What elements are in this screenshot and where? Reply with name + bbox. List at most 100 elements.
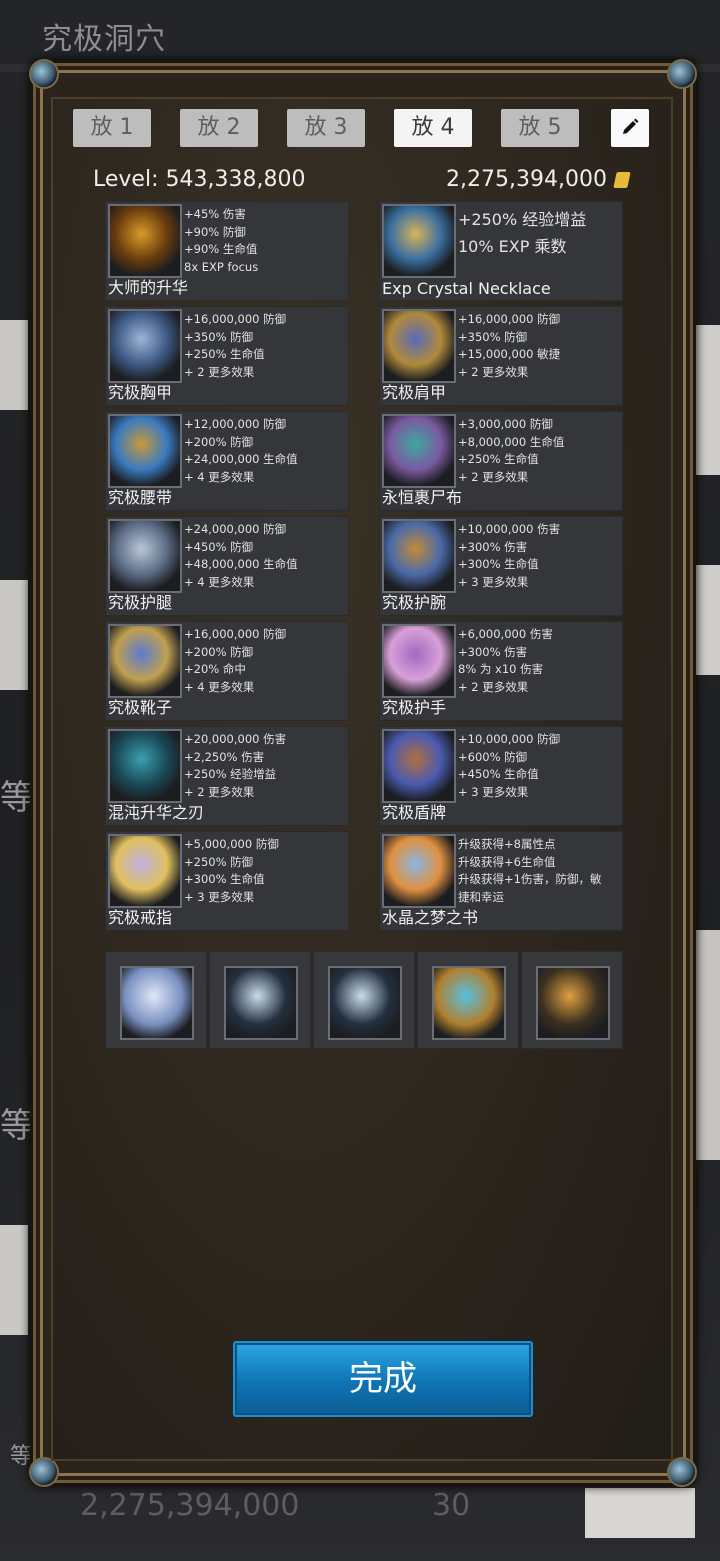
gear-stat-line: +12,000,000 防御 <box>184 417 287 431</box>
gear-slot[interactable]: +16,000,000 防御 +200% 防御 +20% 命中 + 4 更多效果 究极靴… <box>105 621 349 721</box>
cloak-icon <box>382 414 456 488</box>
gear-stats: +250% 经验增益 10% EXP 乘数 <box>458 206 586 260</box>
background-label: 等 <box>0 1106 34 1146</box>
gear-stat-line: +250% 防御 <box>184 854 254 869</box>
shoulder-armor-icon <box>382 309 456 383</box>
gear-stat-line: +48,000,000 生命值 <box>184 557 298 571</box>
level-display: Level: 543,338,800 <box>93 167 305 192</box>
gear-name: 大师的升华 <box>108 278 189 297</box>
gear-stat-line: +250% 经验增益 <box>458 210 587 229</box>
gear-stat-line: + 3 更多效果 <box>458 574 529 589</box>
background-gold: 2,275,394,000 <box>80 1488 300 1523</box>
gear-stat-line: + 2 更多效果 <box>458 364 529 379</box>
leggings-icon <box>108 519 182 593</box>
level-value: 543,338,800 <box>165 167 306 192</box>
gear-slot[interactable]: +6,000,000 伤害 +300% 伤害 8% 为 x10 伤害 + 2 更多效果… <box>379 621 623 721</box>
edit-button[interactable] <box>611 109 649 147</box>
gear-stat-line: 捷和幸运 <box>458 889 504 904</box>
gear-stat-line: +15,000,000 敏捷 <box>458 347 561 361</box>
gear-name: 究极戒指 <box>108 908 173 927</box>
corner-gem-icon <box>29 1457 59 1487</box>
tab-loadout-2[interactable]: 放 2 <box>180 109 258 147</box>
gear-stats: +16,000,000 防御 +350% 防御 +15,000,000 敏捷 + 2 … <box>458 311 560 381</box>
consumable-slot[interactable] <box>521 951 623 1049</box>
background-box <box>585 1488 695 1538</box>
tab-loadout-4[interactable]: 放 4 <box>394 109 472 147</box>
gear-slot[interactable]: +45% 伤害 +90% 防御 +90% 生命值 8x EXP focus 大师的升华 <box>105 201 349 301</box>
consumable-slot[interactable] <box>209 951 311 1049</box>
gear-slot[interactable]: 升级获得+8属性点 升级获得+6生命值 升级获得+1伤害，防御，敏 捷和幸运 水晶之梦之… <box>379 831 623 931</box>
gold-value: 2,275,394,000 <box>446 167 607 192</box>
corner-gem-icon <box>667 59 697 89</box>
crystal-icon <box>120 966 194 1040</box>
gear-name: 究极肩甲 <box>382 383 447 402</box>
gear-stat-line: +450% 防御 <box>184 539 254 554</box>
gear-stat-line: + 3 更多效果 <box>184 889 255 904</box>
gear-stats: +3,000,000 防御 +8,000,000 生命值 +250% 生命值 + 2 … <box>458 416 564 486</box>
gear-slot[interactable]: +5,000,000 防御 +250% 防御 +300% 生命值 + 3 更多效果 究极… <box>105 831 349 931</box>
gear-stat-line: + 2 更多效果 <box>458 679 529 694</box>
gear-stat-line: +90% 防御 <box>184 224 246 239</box>
gear-stat-line: +20% 命中 <box>184 662 246 676</box>
gear-stat-line: +350% 防御 <box>184 329 254 344</box>
gold-display: 2,275,394,000 <box>446 167 631 192</box>
gear-stat-line: +250% 生命值 <box>458 452 539 466</box>
gear-stat-line: +90% 生命值 <box>184 242 258 256</box>
gear-stat-line: 8% 为 x10 伤害 <box>458 662 544 676</box>
gear-stat-line: + 4 更多效果 <box>184 574 255 589</box>
gear-stats: +6,000,000 伤害 +300% 伤害 8% 为 x10 伤害 + 2 更多效果 <box>458 626 553 696</box>
gear-stat-line: + 4 更多效果 <box>184 469 255 484</box>
orb-icon <box>224 966 298 1040</box>
gear-stat-line: +3,000,000 防御 <box>458 417 553 431</box>
gear-slot[interactable]: +250% 经验增益 10% EXP 乘数 Exp Crystal Necklace <box>379 201 623 301</box>
tab-loadout-3[interactable]: 放 3 <box>287 109 365 147</box>
gear-name: 水晶之梦之书 <box>382 908 479 927</box>
gear-name: 究极胸甲 <box>108 383 173 402</box>
gear-slot[interactable]: +24,000,000 防御 +450% 防御 +48,000,000 生命值 + 4… <box>105 516 349 616</box>
gear-stat-line: +300% 生命值 <box>458 557 539 571</box>
gear-stat-line: +350% 防御 <box>458 329 528 344</box>
gear-stat-line: +5,000,000 防御 <box>184 837 279 851</box>
gear-stat-line: +6,000,000 伤害 <box>458 627 553 641</box>
gauntlets-icon <box>382 624 456 698</box>
gear-stat-line: +24,000,000 生命值 <box>184 452 298 466</box>
consumable-slot[interactable] <box>105 951 207 1049</box>
gear-stat-line: +200% 防御 <box>184 434 254 449</box>
gear-stat-line: 升级获得+1伤害，防御，敏 <box>458 872 602 886</box>
gear-stat-line: + 2 更多效果 <box>184 364 255 379</box>
gear-name: 究极腰带 <box>108 488 173 507</box>
gear-stat-line: +450% 生命值 <box>458 767 539 781</box>
gear-stat-line: + 3 更多效果 <box>458 784 529 799</box>
bracer-icon <box>382 519 456 593</box>
gear-stats: +5,000,000 防御 +250% 防御 +300% 生命值 + 3 更多效果 <box>184 836 279 906</box>
done-button[interactable]: 完成 <box>233 1341 533 1417</box>
gear-name: 究极盾牌 <box>382 803 447 822</box>
gear-stat-line: +10,000,000 伤害 <box>458 522 561 536</box>
tab-loadout-5[interactable]: 放 5 <box>501 109 579 147</box>
gear-stats: +10,000,000 伤害 +300% 伤害 +300% 生命值 + 3 更多效果 <box>458 521 560 591</box>
gear-stat-line: +300% 伤害 <box>458 644 528 659</box>
loadout-tabs: 放 1 放 2 放 3 放 4 放 5 <box>73 109 653 149</box>
consumable-slot[interactable] <box>417 951 519 1049</box>
gear-slot[interactable]: +3,000,000 防御 +8,000,000 生命值 +250% 生命值 + 2 … <box>379 411 623 511</box>
shield-icon <box>382 729 456 803</box>
gear-stat-line: +16,000,000 防御 <box>184 312 287 326</box>
gear-slot[interactable]: +16,000,000 防御 +350% 防御 +15,000,000 敏捷 + 2 … <box>379 306 623 406</box>
gear-stat-line: +2,250% 伤害 <box>184 749 265 764</box>
tab-loadout-1[interactable]: 放 1 <box>73 109 151 147</box>
gear-stats: +16,000,000 防御 +350% 防御 +250% 生命值 + 2 更多效果 <box>184 311 286 381</box>
gear-name: 究极靴子 <box>108 698 173 717</box>
gear-stat-line: +300% 伤害 <box>458 539 528 554</box>
gear-slot[interactable]: +12,000,000 防御 +200% 防御 +24,000,000 生命值 + 4… <box>105 411 349 511</box>
gear-name: 究极护腿 <box>108 593 173 612</box>
consumable-slot[interactable] <box>313 951 415 1049</box>
gear-stat-line: +200% 防御 <box>184 644 254 659</box>
gear-slot[interactable]: +10,000,000 防御 +600% 防御 +450% 生命值 + 3 更多效果究… <box>379 726 623 826</box>
gear-slot[interactable]: +10,000,000 伤害 +300% 伤害 +300% 生命值 + 3 更多效果究… <box>379 516 623 616</box>
gear-stats: +24,000,000 防御 +450% 防御 +48,000,000 生命值 + 4… <box>184 521 298 591</box>
gear-stat-line: 8x EXP focus <box>184 259 259 274</box>
gear-slot[interactable]: +20,000,000 伤害 +2,250% 伤害 +250% 经验增益 + 2 更多… <box>105 726 349 826</box>
gear-stat-line: +16,000,000 防御 <box>458 312 561 326</box>
gear-slot[interactable]: +16,000,000 防御 +350% 防御 +250% 生命值 + 2 更多效果究… <box>105 306 349 406</box>
background-count: 30 <box>432 1488 471 1523</box>
